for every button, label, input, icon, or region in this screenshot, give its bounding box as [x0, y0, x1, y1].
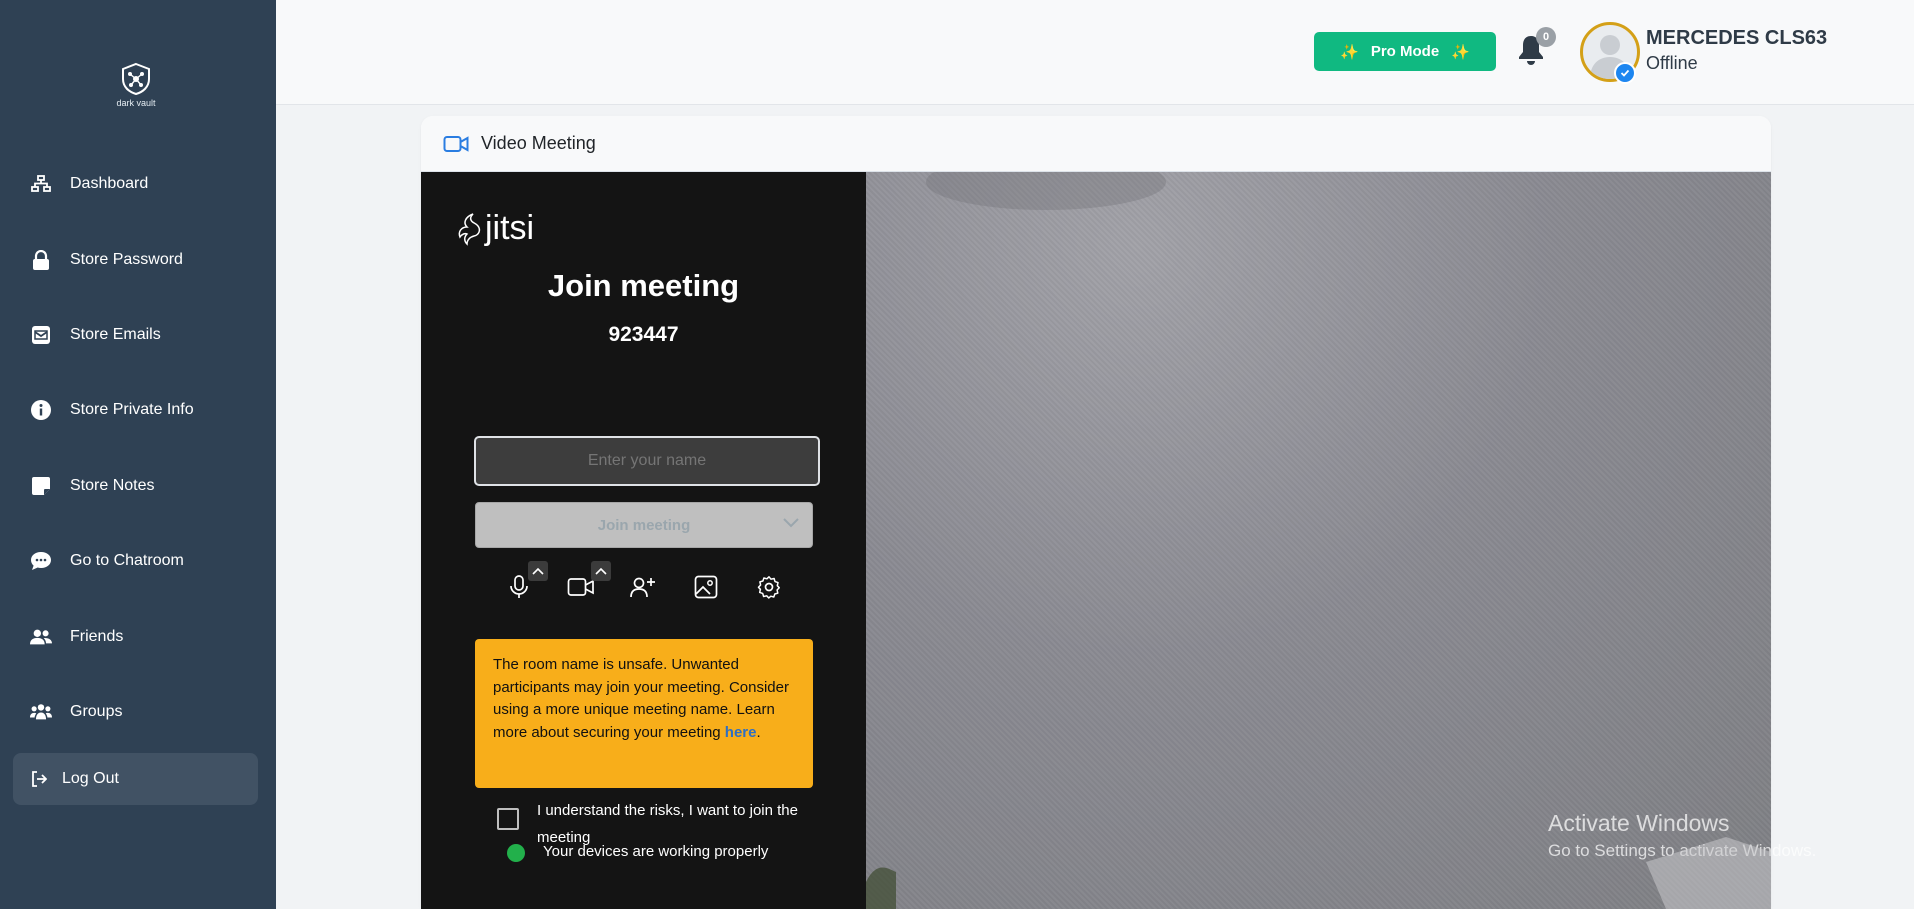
- chevron-down-icon[interactable]: [782, 516, 800, 533]
- chevron-up-icon[interactable]: [528, 561, 548, 581]
- join-meeting-button[interactable]: Join meeting: [475, 502, 813, 548]
- room-id: 923447: [608, 323, 679, 346]
- sidebar-item-store-emails[interactable]: Store Emails: [30, 315, 161, 355]
- camera-preview: [866, 172, 1771, 909]
- brand-logo[interactable]: dark vault: [108, 62, 164, 108]
- invite-people-icon[interactable]: [625, 569, 661, 605]
- logout-label: Log Out: [62, 770, 119, 787]
- card-title: Video Meeting: [481, 133, 596, 153]
- device-toolbar: [421, 561, 866, 612]
- user-name: MERCEDES CLS63: [1646, 27, 1828, 49]
- unsafe-room-warning: The room name is unsafe. Unwanted partic…: [475, 639, 813, 788]
- sidebar-item-chatroom[interactable]: Go to Chatroom: [30, 541, 184, 581]
- brand-name: dark vault: [116, 98, 156, 108]
- jitsi-bird-icon: [458, 212, 481, 246]
- pro-mode-button[interactable]: ✨ Pro Mode ✨: [1314, 32, 1496, 71]
- note-icon: [30, 475, 52, 497]
- sidebar-item-label: Go to Chatroom: [70, 552, 184, 569]
- shield-network-icon: [122, 62, 150, 96]
- users-group-icon: [30, 701, 52, 723]
- sparkle-icon: ✨: [1340, 43, 1359, 61]
- envelope-icon: [30, 324, 52, 346]
- sparkle-icon: ✨: [1451, 43, 1470, 61]
- warning-here-link[interactable]: here: [725, 724, 757, 741]
- sidebar-item-store-password[interactable]: Store Password: [30, 240, 183, 280]
- display-name-input[interactable]: [474, 436, 820, 486]
- sidebar-item-store-private-info[interactable]: Store Private Info: [30, 390, 194, 430]
- sidebar-item-label: Store Emails: [70, 326, 161, 343]
- jitsi-prejoin-panel: jitsi Join meeting 923447 Join meeting: [421, 172, 866, 909]
- lock-icon: [30, 249, 52, 271]
- sidebar-item-groups[interactable]: Groups: [30, 692, 122, 732]
- sidebar-item-label: Store Notes: [70, 477, 155, 494]
- jitsi-wordmark: jitsi: [485, 209, 535, 247]
- logout-button[interactable]: Log Out: [13, 753, 258, 805]
- join-meeting-button-label: Join meeting: [597, 516, 691, 534]
- sidebar-item-store-notes[interactable]: Store Notes: [30, 466, 154, 506]
- understand-risks-checkbox[interactable]: [497, 808, 519, 830]
- video-camera-icon: [443, 135, 469, 153]
- sitemap-icon: [30, 173, 52, 195]
- card-header: Video Meeting: [421, 116, 1771, 172]
- pro-mode-label: Pro Mode: [1370, 43, 1440, 60]
- verified-badge-icon: [1614, 62, 1636, 84]
- sidebar-item-label: Store Private Info: [70, 401, 194, 418]
- sidebar-item-label: Friends: [70, 628, 124, 645]
- sidebar-item-friends[interactable]: Friends: [30, 617, 123, 657]
- device-status-dot: [507, 844, 525, 862]
- sidebar-item-dashboard[interactable]: Dashboard: [30, 164, 148, 204]
- chat-bubble-icon: [30, 550, 52, 572]
- chevron-up-icon[interactable]: [591, 561, 611, 581]
- sidebar-item-label: Groups: [70, 703, 123, 720]
- info-circle-icon: [30, 399, 52, 421]
- user-friends-icon: [30, 626, 52, 648]
- join-meeting-title: Join meeting: [547, 268, 740, 303]
- device-status-text: Your devices are working properly: [543, 843, 769, 860]
- sidebar: dark vault Dashboard Store Password Stor…: [0, 0, 276, 909]
- background-image-icon[interactable]: [688, 569, 724, 605]
- video-meeting-card: Video Meeting jitsi Join meeting 923447 …: [421, 116, 1771, 909]
- sidebar-item-label: Store Password: [70, 251, 183, 268]
- sidebar-item-label: Dashboard: [70, 175, 149, 192]
- camera-preview-noise: [866, 172, 1771, 909]
- jitsi-logo[interactable]: jitsi: [455, 209, 534, 248]
- notification-count-badge: 0: [1536, 27, 1556, 47]
- user-status: Offline: [1646, 53, 1698, 73]
- settings-gear-icon[interactable]: [751, 569, 787, 605]
- sign-out-icon: [30, 770, 48, 788]
- warning-suffix: .: [756, 723, 761, 741]
